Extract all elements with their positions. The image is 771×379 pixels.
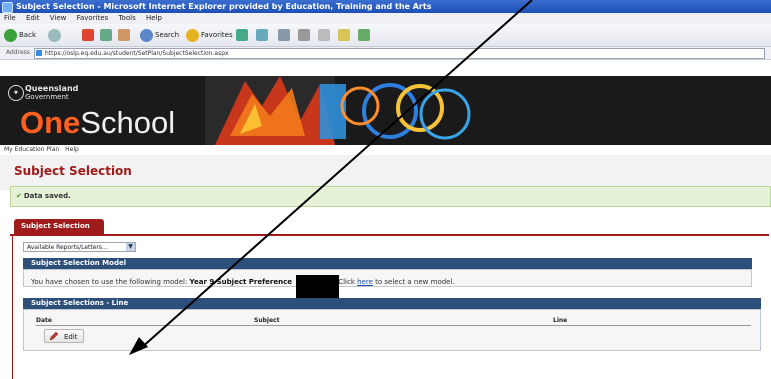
favorites-button[interactable]: Favorites <box>186 28 233 42</box>
check-icon: ✔ <box>16 192 22 200</box>
address-input[interactable]: https://oslp.eq.edu.au/student/SetPlan/S… <box>34 48 765 59</box>
search-icon <box>140 28 153 42</box>
menu-view[interactable]: View <box>50 14 67 22</box>
stop-icon <box>82 29 94 41</box>
content-left-border <box>12 236 13 379</box>
column-subject: Subject <box>254 317 280 324</box>
tab-underline <box>10 234 769 236</box>
menu-help[interactable]: Help <box>146 14 162 22</box>
redaction-box <box>296 275 339 300</box>
qld-gov-logo: Queensland Government <box>25 84 79 101</box>
oneschool-banner: ✦ Queensland Government OneSchool <box>0 76 771 145</box>
history-button[interactable] <box>256 28 268 42</box>
menu-favorites[interactable]: Favorites <box>77 14 109 22</box>
window-title-bar: Subject Selection - Microsoft Internet E… <box>0 0 771 13</box>
refresh-icon <box>100 29 112 41</box>
data-saved-message: ✔ Data saved. <box>10 186 771 207</box>
mail-button[interactable] <box>278 28 290 42</box>
back-button[interactable]: Back <box>4 28 36 42</box>
model-name: Year 9 Subject Preference <box>189 278 292 286</box>
home-button[interactable] <box>118 28 130 42</box>
address-label: Address <box>6 49 30 56</box>
window-title: Subject Selection - Microsoft Internet E… <box>16 2 432 11</box>
stop-button[interactable] <box>82 28 94 42</box>
back-icon <box>4 28 17 42</box>
model-panel-header: Subject Selection Model <box>23 258 752 269</box>
column-line: Line <box>553 317 568 324</box>
messenger-button[interactable] <box>338 28 350 42</box>
table-header-rule <box>36 325 751 326</box>
column-date: Date <box>36 317 52 324</box>
menu-file[interactable]: File <box>4 14 16 22</box>
forward-icon <box>48 28 61 42</box>
media-button[interactable] <box>236 28 248 42</box>
oneschool-logo: OneSchool <box>20 105 176 140</box>
nav-help[interactable]: Help <box>65 146 79 153</box>
page-favicon-icon <box>36 50 42 56</box>
tab-subject-selection[interactable]: Subject Selection <box>14 219 104 234</box>
menu-bar: File Edit View Favorites Tools Help <box>0 13 771 24</box>
browser-toolbar: Back Search Favorites <box>0 24 771 47</box>
pencil-icon <box>49 331 59 341</box>
qld-crest-icon: ✦ <box>8 85 24 101</box>
research-button[interactable] <box>358 28 370 42</box>
forward-button[interactable] <box>48 28 63 42</box>
page-title: Subject Selection <box>14 164 132 178</box>
edit-page-button[interactable] <box>318 28 330 42</box>
model-description: You have chosen to use the following mod… <box>31 278 455 286</box>
selections-panel-body <box>23 309 761 351</box>
chevron-down-icon[interactable]: ▼ <box>126 243 135 251</box>
selections-panel-header: Subject Selections - Line <box>23 298 761 309</box>
favorites-icon <box>186 28 199 42</box>
menu-tools[interactable]: Tools <box>118 14 135 22</box>
refresh-button[interactable] <box>100 28 112 42</box>
print-button[interactable] <box>298 28 310 42</box>
search-button[interactable]: Search <box>140 28 179 42</box>
available-reports-select[interactable]: Available Reports/Letters... ▼ <box>23 242 136 252</box>
nav-my-education-plan[interactable]: My Education Plan <box>4 146 59 153</box>
menu-edit[interactable]: Edit <box>26 14 40 22</box>
change-model-link[interactable]: here <box>357 278 373 286</box>
ie-icon <box>2 2 13 13</box>
home-icon <box>118 29 130 41</box>
address-bar: Address https://oslp.eq.edu.au/student/S… <box>0 47 771 60</box>
